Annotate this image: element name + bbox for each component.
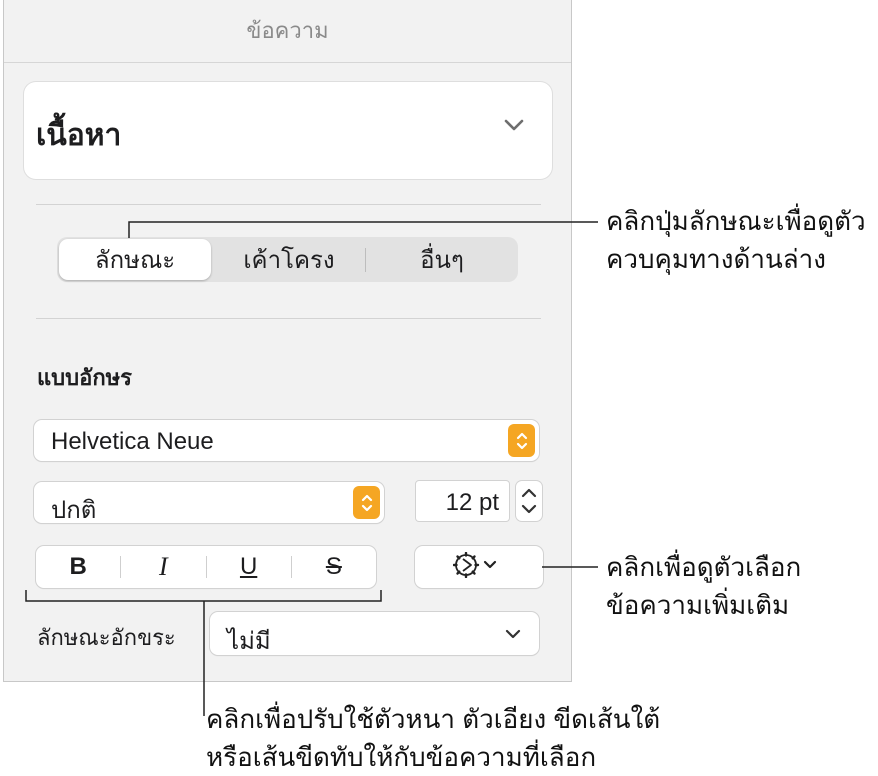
callout-format: คลิกเพื่อปรับใช้ตัวหนา ตัวเอียง ขีดเส้นใ…	[206, 700, 660, 776]
callout-gear: คลิกเพื่อดูตัวเลือก ข้อความเพิ่มเติม	[606, 548, 801, 624]
callout-tabs-line-2: ควบคุมทางด้านล่าง	[606, 244, 826, 274]
callout-tabs: คลิกปุ่มลักษณะเพื่อดูตัว ควบคุมทางด้านล่…	[606, 202, 866, 278]
callout-format-line-2: หรือเส้นขีดทับให้กับข้อความที่เลือก	[206, 742, 597, 772]
callout-gear-line-2: ข้อความเพิ่มเติม	[606, 590, 790, 620]
callout-lines	[25, 221, 598, 716]
callout-format-line-1: คลิกเพื่อปรับใช้ตัวหนา ตัวเอียง ขีดเส้นใ…	[206, 704, 661, 734]
callout-tabs-line-1: คลิกปุ่มลักษณะเพื่อดูตัว	[606, 206, 866, 236]
callout-gear-line-1: คลิกเพื่อดูตัวเลือก	[606, 552, 802, 582]
